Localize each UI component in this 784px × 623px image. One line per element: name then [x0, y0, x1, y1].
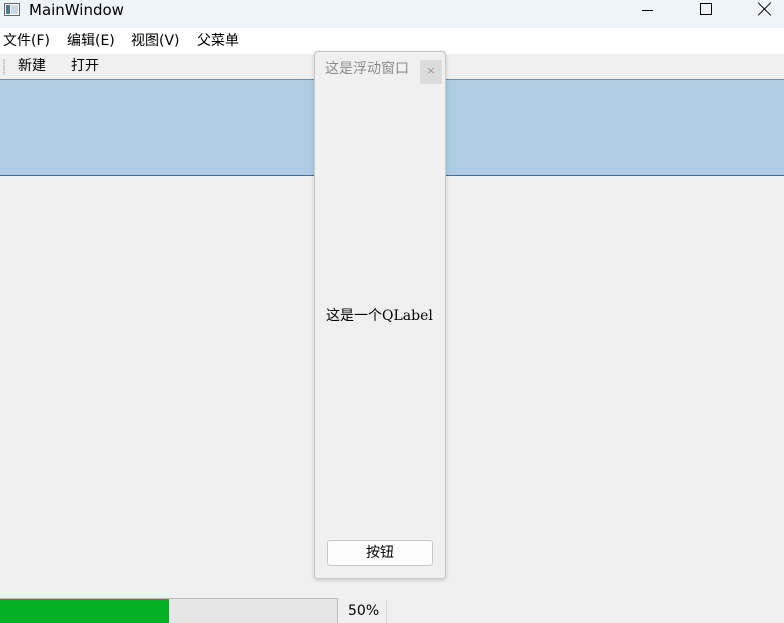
maximize-icon	[700, 3, 712, 15]
close-icon	[758, 2, 772, 16]
minimize-icon	[642, 10, 653, 11]
title-bar: MainWindow	[0, 0, 784, 28]
close-button[interactable]	[736, 0, 784, 28]
open-button[interactable]: 打开	[71, 58, 99, 74]
progress-fill	[0, 599, 169, 623]
menu-view[interactable]: 视图(V)	[131, 33, 180, 49]
minimize-button[interactable]	[618, 0, 676, 28]
window-title: MainWindow	[29, 1, 124, 19]
menu-file[interactable]: 文件(F)	[3, 33, 50, 49]
status-separator	[386, 600, 387, 623]
menu-edit[interactable]: 编辑(E)	[67, 33, 115, 49]
dock-button[interactable]: 按钮	[327, 540, 433, 566]
dock-label: 这是一个QLabel	[326, 308, 433, 324]
progress-bar	[0, 598, 338, 623]
maximize-button[interactable]	[677, 0, 735, 28]
floating-dock-window[interactable]: 这是浮动窗口 × 这是一个QLabel 按钮	[314, 51, 446, 579]
app-icon	[4, 3, 20, 16]
dock-close-icon[interactable]: ×	[420, 60, 442, 84]
new-button[interactable]: 新建	[18, 58, 46, 74]
dock-title[interactable]: 这是浮动窗口	[325, 61, 409, 77]
toolbar-handle[interactable]	[3, 59, 5, 75]
menu-parent[interactable]: 父菜单	[197, 33, 239, 49]
progress-text: 50%	[348, 603, 380, 619]
